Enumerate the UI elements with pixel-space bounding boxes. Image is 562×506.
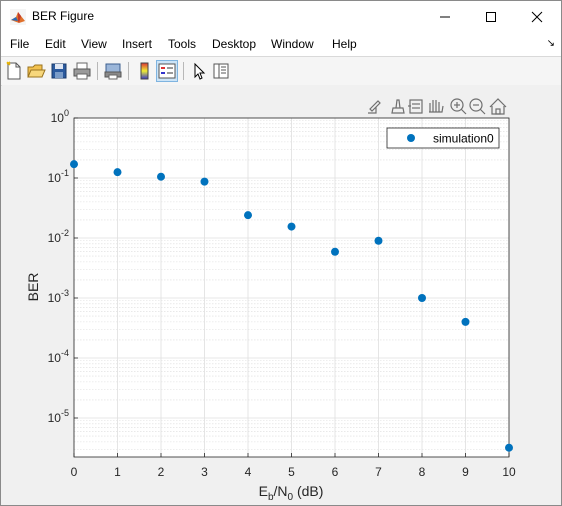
legend-icon	[158, 63, 176, 79]
data-point	[418, 294, 426, 302]
data-point	[70, 160, 78, 169]
menu-bar: File Edit View Insert Tools Desktop Wind…	[1, 32, 561, 56]
ber-figure-window: BER Figure File Edit View Insert Tools D…	[0, 0, 562, 506]
data-point	[157, 172, 165, 181]
matlab-logo-icon	[10, 9, 26, 25]
x-axis-label: Eb/N0 (dB)	[259, 483, 324, 503]
pan-icon[interactable]	[429, 100, 444, 113]
open-file-icon[interactable]	[26, 61, 46, 81]
x-tick-label: 6	[332, 465, 339, 479]
y-tick-label: 10-3	[48, 288, 69, 305]
y-axis-ticks: 100 10-1 10-2 10-3 10-4 10-5	[48, 108, 78, 425]
data-point	[200, 177, 209, 186]
close-icon	[531, 11, 543, 22]
data-point	[331, 247, 339, 256]
y-tick-label: 10-1	[48, 168, 69, 185]
pointer-icon[interactable]	[189, 61, 209, 81]
x-tick-label: 1	[114, 465, 121, 479]
menu-view[interactable]: View	[81, 37, 107, 51]
zoom-in-icon[interactable]	[450, 98, 467, 115]
export-icon[interactable]	[368, 100, 381, 114]
menu-desktop[interactable]: Desktop	[212, 37, 256, 51]
x-tick-label: 8	[419, 465, 426, 479]
y-axis-label: BER	[25, 273, 41, 302]
maximize-icon	[486, 11, 496, 22]
print-preview-icon[interactable]	[103, 61, 123, 81]
x-tick-label: 4	[245, 465, 252, 479]
toolbar-separator	[128, 62, 129, 80]
window-title: BER Figure	[32, 9, 95, 23]
print-icon[interactable]	[72, 61, 92, 81]
data-point	[244, 211, 252, 220]
dock-arrow-icon[interactable]: ↘	[547, 38, 555, 49]
title-bar[interactable]: BER Figure	[1, 1, 561, 32]
x-tick-label: 5	[288, 465, 295, 479]
zoom-out-icon[interactable]	[469, 98, 486, 115]
close-button[interactable]	[514, 1, 560, 32]
data-point	[505, 443, 513, 452]
menu-help[interactable]: Help	[332, 37, 357, 51]
home-icon[interactable]	[489, 98, 507, 115]
x-tick-label: 9	[462, 465, 469, 479]
datatip-icon[interactable]	[408, 99, 423, 114]
y-tick-label: 10-5	[48, 408, 69, 425]
brush-icon[interactable]	[391, 99, 405, 114]
property-inspector-icon[interactable]	[211, 61, 231, 81]
maximize-button[interactable]	[468, 1, 514, 32]
menu-tools[interactable]: Tools	[168, 37, 196, 51]
save-icon[interactable]	[49, 61, 69, 81]
new-figure-icon[interactable]	[4, 61, 24, 81]
y-tick-label: 100	[51, 108, 69, 125]
colorbar-icon[interactable]	[135, 61, 155, 81]
figure-canvas: 0 1 2 3 4 5 6 7 8 9 10 100 10-1 10-2 10-3 10-4 10-5 Eb/…	[2, 85, 561, 504]
menu-insert[interactable]: Insert	[122, 37, 152, 51]
data-point	[374, 236, 383, 245]
legend-button[interactable]	[156, 60, 178, 82]
legend-marker	[407, 134, 415, 142]
toolbar-separator	[183, 62, 184, 80]
y-tick-label: 10-4	[48, 348, 69, 365]
data-point	[113, 168, 122, 177]
menu-edit[interactable]: Edit	[45, 37, 66, 51]
data-point	[461, 317, 470, 326]
x-tick-label: 10	[502, 465, 516, 479]
menu-file[interactable]: File	[10, 37, 29, 51]
minimize-icon	[440, 16, 450, 17]
ber-plot[interactable]: 0 1 2 3 4 5 6 7 8 9 10 100 10-1 10-2 10-3 10-4 10-5 Eb/…	[2, 85, 561, 504]
toolbar-separator	[97, 62, 98, 80]
minimize-button[interactable]	[422, 1, 468, 32]
legend-entry: simulation0	[433, 132, 494, 146]
menu-window[interactable]: Window	[271, 37, 314, 51]
x-tick-label: 7	[375, 465, 382, 479]
x-tick-label: 2	[158, 465, 165, 479]
figure-toolbar	[1, 56, 561, 86]
x-tick-label: 0	[71, 465, 78, 479]
axes-toolbar	[368, 98, 507, 115]
legend[interactable]: simulation0	[386, 127, 500, 149]
data-point	[287, 222, 296, 231]
y-tick-label: 10-2	[48, 228, 69, 245]
x-tick-label: 3	[201, 465, 208, 479]
